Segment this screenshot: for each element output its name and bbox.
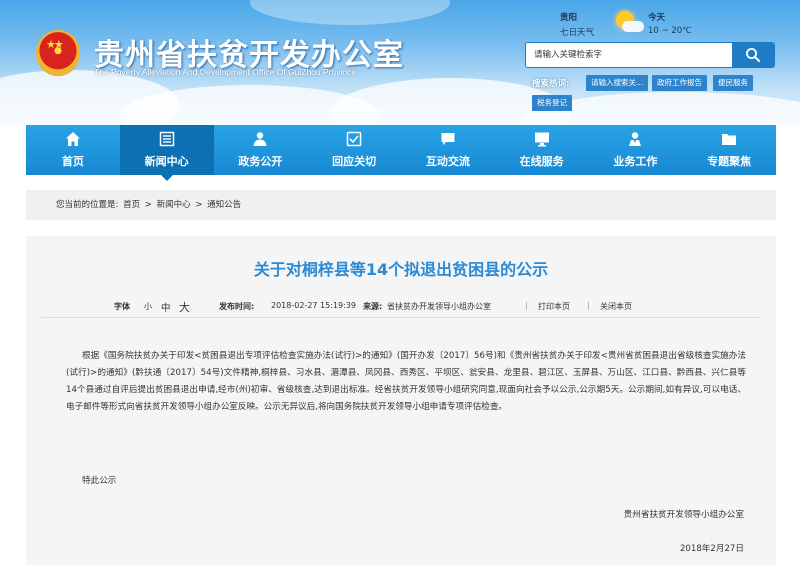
monitor-icon	[534, 131, 550, 147]
header-banner: ★★ 贵州省扶贫开发办公室 The Poverty Alleviation An…	[0, 0, 800, 125]
breadcrumb-notice-link[interactable]: 通知公告	[207, 200, 241, 210]
breadcrumb: 您当前的位置是: 首页 > 新闻中心 > 通知公告	[26, 190, 776, 220]
meta-separator: |	[587, 301, 590, 310]
nav-item-label: 首页	[61, 155, 84, 168]
nav-item-gov-affairs[interactable]: 政务公开	[214, 125, 308, 175]
font-size-label: 字体	[114, 302, 130, 311]
nav-item-business[interactable]: 业务工作	[589, 125, 683, 175]
weather-day: 今天	[648, 13, 666, 23]
published-time-label: 发布时间:	[219, 302, 255, 311]
nav-item-label: 在线服务	[519, 155, 564, 168]
article-meta-bar: 字体 小 中 大 发布时间: 2018-02-27 15:19:39 来源: 省…	[41, 298, 761, 318]
nav-item-online-service[interactable]: 在线服务	[495, 125, 589, 175]
article-title: 关于对桐梓县等14个拟退出贫困县的公示	[253, 260, 549, 279]
breadcrumb-prefix: 您当前的位置是:	[56, 200, 119, 210]
source-value: 省扶贫办开发领导小组办公室	[387, 302, 491, 311]
nav-item-label: 业务工作	[613, 155, 658, 168]
published-time: 2018-02-27 15:19:39	[271, 301, 356, 310]
weather-city: 贵阳	[560, 13, 578, 23]
print-page-link[interactable]: 打印本页	[538, 301, 570, 312]
nav-item-label: 新闻中心	[144, 155, 189, 168]
breadcrumb-separator: >	[144, 200, 152, 210]
national-emblem-icon	[36, 30, 80, 76]
font-large-button[interactable]: 大	[179, 299, 190, 315]
breadcrumb-news-link[interactable]: 新闻中心	[157, 200, 191, 210]
business-icon	[627, 131, 643, 147]
hot-tag[interactable]: 请输入搜索关...	[586, 75, 649, 91]
news-icon	[159, 131, 175, 147]
person-icon	[252, 131, 268, 147]
nav-item-home[interactable]: 首页	[26, 125, 120, 175]
hot-tag[interactable]: 政府工作报告	[652, 75, 707, 91]
sun-cloud-icon	[612, 10, 644, 36]
meta-separator: |	[525, 301, 528, 310]
chat-icon	[440, 131, 456, 147]
weather-temperature: 10 ~ 20℃	[648, 26, 692, 36]
source-label: 来源:	[363, 302, 383, 311]
signature-org: 贵州省扶贫开发领导小组办公室	[623, 510, 744, 520]
search-icon	[746, 48, 760, 62]
cloud-decoration	[250, 0, 450, 25]
breadcrumb-separator: >	[195, 200, 203, 210]
nav-item-news[interactable]: 新闻中心	[119, 125, 214, 181]
search-input[interactable]	[526, 43, 734, 67]
response-icon	[346, 131, 362, 147]
signature-date: 2018年2月27日	[679, 544, 744, 554]
site-subtitle: The Poverty Alleviation And Development …	[94, 67, 357, 77]
close-page-link[interactable]: 关闭本页	[600, 301, 632, 312]
hot-tag[interactable]: 税务登记	[532, 95, 572, 111]
search-button[interactable]	[732, 43, 774, 67]
weather-widget[interactable]: 贵阳 七日天气 今天 10 ~ 20℃	[560, 8, 800, 38]
emblem-stars-icon: ★★	[46, 38, 64, 51]
article-body: 根据《国务院扶贫办关于印发<贫困县退出专项评估检查实施办法(试行)>的通知》(国…	[66, 351, 746, 412]
hot-search-label: 搜索热词:	[532, 79, 570, 89]
breadcrumb-home-link[interactable]: 首页	[123, 200, 140, 210]
main-nav: 首页 新闻中心 政务公开 回应关切 互动交流 在线服务 业务工作 专题聚焦	[26, 125, 776, 181]
folder-icon	[721, 131, 737, 147]
nav-item-label: 回应关切	[332, 155, 377, 168]
hot-tag[interactable]: 便民服务	[713, 75, 753, 91]
nav-item-label: 专题聚焦	[707, 155, 752, 168]
nav-item-label: 互动交流	[425, 155, 470, 168]
nav-item-interaction[interactable]: 互动交流	[401, 125, 495, 175]
nav-item-label: 政务公开	[238, 155, 283, 168]
nav-item-special-topics[interactable]: 专题聚焦	[682, 125, 776, 175]
article-closing: 特此公示	[82, 476, 117, 486]
font-small-button[interactable]: 小	[144, 301, 152, 312]
search-box	[525, 42, 775, 68]
article-panel: 关于对桐梓县等14个拟退出贫困县的公示 字体 小 中 大 发布时间: 2018-…	[26, 236, 776, 565]
weather-seven-day-link[interactable]: 七日天气	[560, 26, 594, 38]
home-icon	[65, 131, 81, 147]
nav-item-response[interactable]: 回应关切	[307, 125, 401, 175]
font-medium-button[interactable]: 中	[161, 300, 171, 314]
